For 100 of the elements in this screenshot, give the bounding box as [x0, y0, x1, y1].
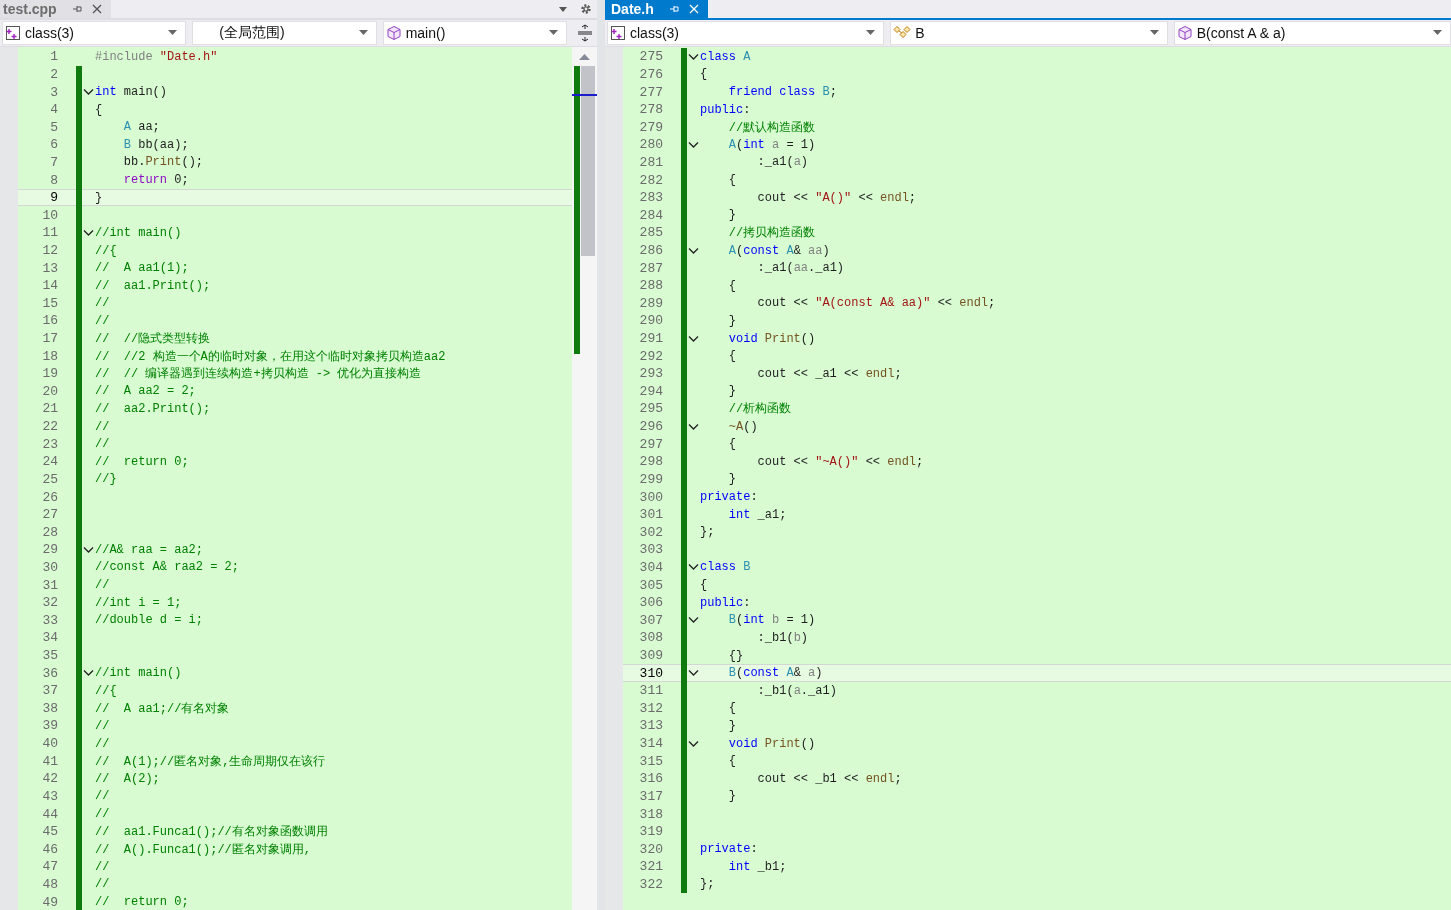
cube-icon: [1176, 25, 1193, 41]
code-line: //int main(): [95, 225, 182, 240]
line-number: 290: [638, 313, 663, 329]
code-line: cout << "A()" << endl;: [756, 190, 917, 205]
code-line: cout << "~A()" << endl;: [756, 454, 924, 469]
navigation-dropdown[interactable]: main(): [382, 21, 567, 45]
line-number: 293: [638, 366, 663, 382]
document-tab[interactable]: Date.h: [605, 0, 708, 18]
settings-icon[interactable]: [579, 2, 593, 16]
collapse-chevron-icon[interactable]: [688, 52, 699, 61]
line-number: 291: [638, 331, 663, 347]
line-number: 30: [41, 559, 58, 575]
line-number: 4: [49, 102, 58, 118]
line-number: 32: [41, 595, 58, 611]
collapse-chevron-icon[interactable]: [83, 228, 94, 237]
code-line: {: [727, 173, 736, 188]
code-line: return 0;: [122, 173, 189, 188]
line-number: 46: [41, 841, 58, 857]
navigation-dropdown[interactable]: (全局范围): [192, 21, 377, 45]
code-line: ~A(): [727, 419, 758, 434]
caret-icon: [549, 30, 558, 36]
line-number: 320: [638, 841, 663, 857]
code-line: //A& raa = aa2;: [95, 542, 204, 557]
line-number: 288: [638, 278, 663, 294]
navigation-dropdown[interactable]: class(3): [607, 21, 885, 45]
collapse-chevron-icon[interactable]: [83, 545, 94, 554]
navigation-dropdown[interactable]: B(const A & a): [1173, 21, 1451, 45]
vertical-scrollbar[interactable]: [572, 47, 597, 910]
line-number: 321: [638, 859, 663, 875]
close-icon[interactable]: [687, 3, 700, 15]
line-number: 16: [41, 313, 58, 329]
code-line: class B: [700, 560, 751, 575]
line-number: 317: [638, 788, 663, 804]
navigation-dropdown[interactable]: B: [890, 21, 1168, 45]
code-line: class A: [700, 49, 751, 64]
line-number: 3: [49, 84, 58, 100]
line-number: 299: [638, 471, 663, 487]
collapse-chevron-icon[interactable]: [688, 140, 699, 149]
line-number: 309: [638, 648, 663, 663]
class-view-icon: [610, 25, 626, 41]
code-line: }: [95, 190, 104, 205]
pin-icon[interactable]: [70, 3, 83, 15]
code-line: #include "Date.h": [95, 49, 218, 64]
line-number: 15: [41, 295, 58, 311]
line-number: 305: [638, 577, 663, 593]
code-line: }: [727, 313, 736, 328]
collapse-chevron-icon[interactable]: [688, 246, 699, 255]
collapse-chevron-icon[interactable]: [83, 669, 94, 678]
pin-icon[interactable]: [667, 3, 680, 15]
code-line: //double d = i;: [95, 613, 204, 628]
collapse-chevron-icon[interactable]: [688, 563, 699, 572]
code-line: //}: [95, 472, 117, 487]
collapse-chevron-icon[interactable]: [688, 739, 699, 748]
code-line: // aa1.Print();: [95, 278, 211, 293]
line-number: 18: [41, 348, 58, 364]
code-line: //: [95, 859, 110, 874]
scrollbar-thumb[interactable]: [581, 66, 595, 256]
code-line: {: [700, 67, 708, 82]
line-number: 275: [638, 49, 663, 65]
document-tab[interactable]: test.cpp: [0, 0, 111, 18]
code-line: //{: [95, 683, 117, 698]
line-number: 286: [638, 243, 663, 258]
code-line: // //隐式类型转换: [95, 331, 211, 348]
code-line: {: [727, 701, 736, 716]
line-number: 285: [638, 225, 663, 241]
line-number: 10: [41, 207, 58, 223]
code-line: int _b1;: [727, 859, 787, 874]
collapse-chevron-icon[interactable]: [688, 334, 699, 343]
code-line: }: [727, 789, 736, 804]
line-number: 296: [638, 419, 663, 435]
code-line: };: [700, 525, 715, 540]
collapse-chevron-icon[interactable]: [83, 88, 94, 96]
code-line: void Print(): [727, 736, 816, 751]
line-number: 45: [41, 824, 58, 840]
line-number: 39: [41, 718, 58, 734]
line-number: 281: [638, 154, 663, 170]
collapse-chevron-icon[interactable]: [688, 669, 699, 678]
scroll-up-icon[interactable]: [579, 53, 590, 60]
code-line: // return 0;: [95, 895, 189, 910]
code-line: };: [700, 877, 715, 892]
line-number: 44: [41, 806, 58, 822]
code-line: B(const A& a): [727, 666, 824, 681]
collapse-chevron-icon[interactable]: [688, 422, 699, 431]
code-line: :_b1(a._a1): [756, 683, 837, 698]
caret-icon: [1149, 30, 1159, 36]
code-line: B(int b = 1): [727, 613, 816, 628]
line-number: 1: [49, 49, 58, 65]
code-line: int _a1;: [727, 507, 787, 522]
code-line: //拷贝构造函数: [727, 225, 816, 242]
code-line: // A(2);: [95, 771, 160, 786]
code-line: :_a1(aa._a1): [756, 261, 845, 276]
navigation-dropdown[interactable]: class(3): [2, 21, 187, 45]
line-number: 33: [41, 612, 58, 628]
code-line: }: [727, 472, 736, 487]
line-number: 312: [638, 700, 663, 716]
class-view-icon: [5, 25, 21, 41]
close-icon[interactable]: [90, 3, 103, 15]
line-number: 47: [41, 859, 58, 875]
line-number: 300: [638, 489, 663, 505]
collapse-chevron-icon[interactable]: [688, 616, 699, 625]
